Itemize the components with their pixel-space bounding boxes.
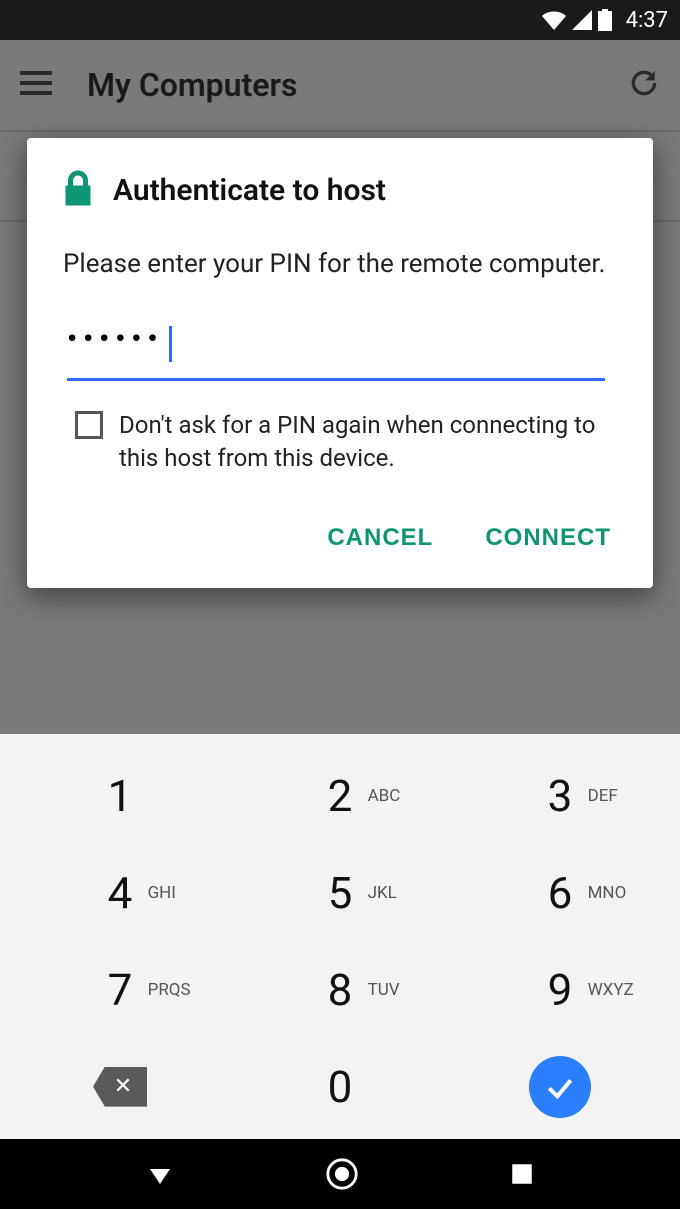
- pin-mask: ••••••: [67, 322, 163, 355]
- key-8[interactable]: 8TUV: [230, 942, 450, 1039]
- menu-icon[interactable]: [20, 71, 52, 99]
- status-bar: 4:37: [0, 0, 680, 40]
- pin-input[interactable]: ••••••: [67, 322, 605, 381]
- key-2[interactable]: 2ABC: [230, 748, 450, 845]
- key-7[interactable]: 7PRQS: [10, 942, 230, 1039]
- nav-home-icon[interactable]: [325, 1157, 359, 1191]
- checkbox-unchecked-icon[interactable]: [75, 411, 103, 439]
- cancel-button[interactable]: CANCEL: [321, 512, 439, 564]
- numeric-keypad: 1 2ABC 3DEF 4GHI 5JKL 6MNO 7PRQS 8TUV 9W…: [0, 734, 680, 1139]
- app-bar: My Computers: [0, 40, 680, 130]
- status-time: 4:37: [626, 8, 668, 33]
- system-nav-bar: [0, 1139, 680, 1209]
- text-cursor: [169, 326, 172, 362]
- auth-dialog: Authenticate to host Please enter your P…: [27, 138, 653, 588]
- appbar-divider: [0, 130, 680, 132]
- nav-recents-icon[interactable]: [509, 1161, 535, 1187]
- refresh-icon[interactable]: [628, 67, 660, 103]
- remember-pin-label: Don't ask for a PIN again when connectin…: [119, 409, 617, 474]
- wifi-icon: [542, 10, 566, 30]
- key-9[interactable]: 9WXYZ: [450, 942, 670, 1039]
- key-backspace[interactable]: ✕: [10, 1038, 230, 1135]
- key-0[interactable]: 0: [230, 1038, 450, 1135]
- done-check-icon: [529, 1056, 591, 1118]
- dialog-header: Authenticate to host: [63, 170, 617, 210]
- key-6[interactable]: 6MNO: [450, 845, 670, 942]
- key-4[interactable]: 4GHI: [10, 845, 230, 942]
- key-5[interactable]: 5JKL: [230, 845, 450, 942]
- backspace-icon: ✕: [93, 1067, 147, 1107]
- key-done[interactable]: [450, 1038, 670, 1135]
- dialog-actions: CANCEL CONNECT: [63, 512, 617, 564]
- lock-icon: [63, 170, 93, 210]
- connect-button[interactable]: CONNECT: [479, 512, 617, 564]
- remember-pin-row[interactable]: Don't ask for a PIN again when connectin…: [75, 409, 617, 474]
- key-1[interactable]: 1: [10, 748, 230, 845]
- cell-signal-icon: [572, 10, 592, 30]
- dialog-body: Please enter your PIN for the remote com…: [63, 246, 617, 282]
- page-title: My Computers: [87, 66, 628, 104]
- dialog-title: Authenticate to host: [113, 173, 386, 208]
- key-3[interactable]: 3DEF: [450, 748, 670, 845]
- nav-back-icon[interactable]: [145, 1159, 175, 1189]
- battery-icon: [598, 9, 612, 31]
